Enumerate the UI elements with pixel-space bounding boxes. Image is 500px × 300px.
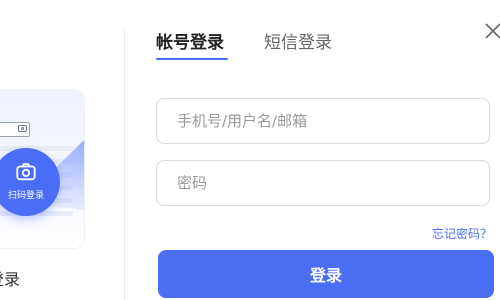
close-icon[interactable] (482, 20, 500, 42)
qr-search-bar (0, 122, 30, 137)
qr-login-panel: 扫码登录 登录 (0, 0, 124, 300)
login-button[interactable]: 登录 (158, 250, 494, 298)
qr-illustration: 扫码登录 (0, 90, 84, 248)
panel-divider (124, 28, 125, 300)
tab-sms-login[interactable]: 短信登录 (264, 28, 332, 53)
camera-icon (18, 125, 27, 132)
qr-login-title: 登录 (0, 270, 21, 289)
scan-login-label: 扫码登录 (7, 191, 44, 201)
account-field-box (156, 98, 490, 144)
active-tab-indicator (156, 58, 228, 60)
camera-icon (16, 163, 36, 181)
forgot-password-link[interactable]: 忘记密码？ (432, 225, 492, 242)
login-dialog: 扫码登录 登录 帐号登录 短信登录 忘记密码？ 登录 (0, 0, 500, 300)
account-input[interactable] (157, 99, 489, 143)
password-input[interactable] (157, 161, 489, 205)
password-field-box (156, 160, 490, 206)
tab-account-login[interactable]: 帐号登录 (156, 28, 224, 53)
